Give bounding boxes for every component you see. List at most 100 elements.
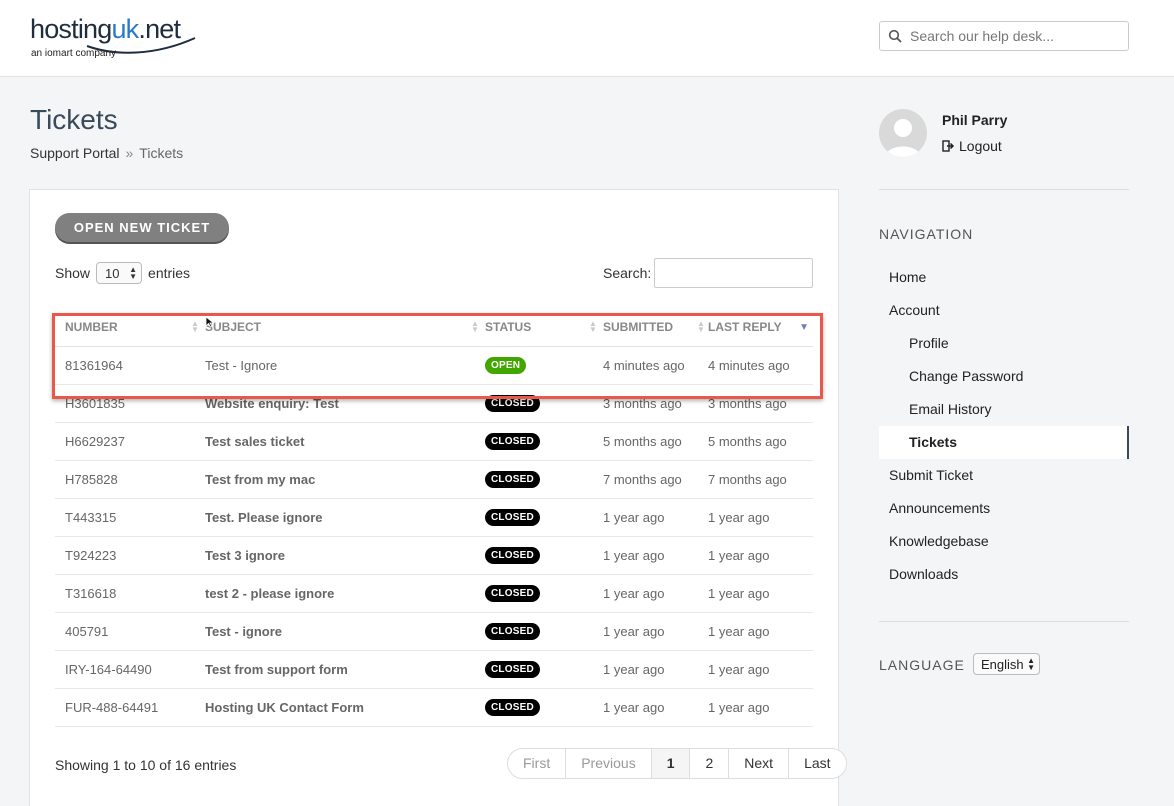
ticket-last-reply: 1 year ago xyxy=(708,498,813,537)
pagination: First Previous 1 2 Next Last xyxy=(507,748,847,779)
ticket-subject[interactable]: Test from support form xyxy=(205,650,485,689)
pagination-page-2[interactable]: 2 xyxy=(690,749,730,778)
table-header-row: NUMBER ▲ ▼ SUBJECT ▲ ▼ STATUS ▲ ▼ SUBMITTED ▲ ▼ … xyxy=(55,308,813,347)
language-heading: LANGUAGE xyxy=(879,657,965,673)
ticket-subject[interactable]: Test sales ticket xyxy=(205,422,485,461)
ticket-status: CLOSED xyxy=(485,422,603,461)
ticket-subject[interactable]: test 2 - please ignore xyxy=(205,574,485,613)
ticket-submitted: 3 months ago xyxy=(603,384,708,423)
status-badge: CLOSED xyxy=(485,395,540,412)
logout-label: Logout xyxy=(959,138,1002,154)
sidebar-item-email-history[interactable]: Email History xyxy=(879,393,1129,426)
ticket-status: CLOSED xyxy=(485,384,603,423)
status-badge: CLOSED xyxy=(485,623,540,640)
ticket-subject[interactable]: Test from my mac xyxy=(205,460,485,499)
table-row[interactable]: IRY-164-64490 Test from support form CLO… xyxy=(55,650,813,689)
ticket-number[interactable]: H785828 xyxy=(55,460,205,499)
select-arrows-icon: ▲ ▼ xyxy=(129,265,138,281)
open-new-ticket-button[interactable]: OPEN NEW TICKET xyxy=(55,213,229,242)
mouse-cursor-icon xyxy=(205,316,215,328)
sort-icon: ▲ ▼ xyxy=(589,319,597,334)
breadcrumb-support-portal[interactable]: Support Portal xyxy=(30,145,120,161)
ticket-subject[interactable]: Test - Ignore xyxy=(205,346,485,385)
page-size-value: 10 xyxy=(105,265,120,281)
table-row[interactable]: T443315 Test. Please ignore CLOSED 1 yea… xyxy=(55,498,813,537)
breadcrumb-separator: » xyxy=(125,145,134,161)
select-arrows-icon: ▲ ▼ xyxy=(1027,656,1035,672)
column-header-number[interactable]: NUMBER ▲ ▼ xyxy=(55,308,205,347)
table-row[interactable]: 405791 Test - ignore CLOSED 1 year ago 1… xyxy=(55,612,813,651)
table-info-text: Showing 1 to 10 of 16 entries xyxy=(55,757,237,773)
sidebar-item-change-password[interactable]: Change Password xyxy=(879,360,1129,393)
avatar xyxy=(879,109,927,157)
user-silhouette-icon xyxy=(885,119,921,157)
helpdesk-search-input[interactable] xyxy=(910,28,1120,44)
hostinguk-logo[interactable]: hostinguk.net an iomart company xyxy=(30,12,200,62)
column-header-last-reply[interactable]: LAST REPLY ▼ xyxy=(708,308,813,347)
ticket-submitted: 7 months ago xyxy=(603,460,708,499)
ticket-last-reply: 4 minutes ago xyxy=(708,346,813,385)
status-badge: CLOSED xyxy=(485,547,540,564)
column-header-status[interactable]: STATUS ▲ ▼ xyxy=(485,308,603,347)
ticket-last-reply: 1 year ago xyxy=(708,612,813,651)
logo-tagline: an iomart company xyxy=(31,48,117,59)
ticket-status: CLOSED xyxy=(485,460,603,499)
pagination-next[interactable]: Next xyxy=(729,749,790,778)
sidebar-item-knowledgebase[interactable]: Knowledgebase xyxy=(879,525,1129,558)
status-badge: CLOSED xyxy=(485,661,540,678)
ticket-number[interactable]: 81361964 xyxy=(55,346,205,385)
table-row[interactable]: T316618 test 2 - please ignore CLOSED 1 … xyxy=(55,574,813,613)
table-row[interactable]: H6629237 Test sales ticket CLOSED 5 mont… xyxy=(55,422,813,461)
logout-link[interactable]: Logout xyxy=(942,138,1002,154)
ticket-subject[interactable]: Website enquiry: Test xyxy=(205,384,485,423)
ticket-subject[interactable]: Hosting UK Contact Form xyxy=(205,688,485,727)
table-search-input[interactable] xyxy=(654,258,813,288)
column-header-submitted[interactable]: SUBMITTED ▲ ▼ xyxy=(603,308,708,347)
ticket-number[interactable]: T316618 xyxy=(55,574,205,613)
ticket-number[interactable]: 405791 xyxy=(55,612,205,651)
pagination-previous[interactable]: Previous xyxy=(566,749,652,778)
sidebar-item-account[interactable]: Account xyxy=(879,294,1129,327)
sidebar-item-tickets[interactable]: Tickets xyxy=(879,426,1129,459)
ticket-number[interactable]: T924223 xyxy=(55,536,205,575)
pagination-last[interactable]: Last xyxy=(789,749,845,778)
ticket-last-reply: 5 months ago xyxy=(708,422,813,461)
helpdesk-search[interactable] xyxy=(879,21,1129,51)
navigation-heading: NAVIGATION xyxy=(879,226,974,242)
ticket-number[interactable]: H6629237 xyxy=(55,422,205,461)
ticket-number[interactable]: T443315 xyxy=(55,498,205,537)
table-row[interactable]: H3601835 Website enquiry: Test CLOSED 3 … xyxy=(55,384,813,423)
ticket-submitted: 1 year ago xyxy=(603,688,708,727)
ticket-number[interactable]: H3601835 xyxy=(55,384,205,423)
ticket-subject[interactable]: Test 3 ignore xyxy=(205,536,485,575)
table-row[interactable]: 81361964 Test - Ignore OPEN 4 minutes ag… xyxy=(55,346,813,385)
language-select[interactable]: English ▲ ▼ xyxy=(973,653,1040,675)
sidebar-item-home[interactable]: Home xyxy=(879,261,1129,294)
status-badge: CLOSED xyxy=(485,509,540,526)
ticket-subject[interactable]: Test - ignore xyxy=(205,612,485,651)
table-row[interactable]: T924223 Test 3 ignore CLOSED 1 year ago … xyxy=(55,536,813,575)
table-row[interactable]: H785828 Test from my mac CLOSED 7 months… xyxy=(55,460,813,499)
ticket-status: CLOSED xyxy=(485,688,603,727)
status-badge: CLOSED xyxy=(485,585,540,602)
sort-icon: ▲ ▼ xyxy=(191,319,199,334)
ticket-number[interactable]: IRY-164-64490 xyxy=(55,650,205,689)
sort-descending-icon: ▼ xyxy=(799,322,809,333)
pagination-first[interactable]: First xyxy=(508,749,567,778)
ticket-subject[interactable]: Test. Please ignore xyxy=(205,498,485,537)
ticket-status: CLOSED xyxy=(485,574,603,613)
page-size-select[interactable]: 10 ▲ ▼ xyxy=(96,262,143,284)
sidebar-item-profile[interactable]: Profile xyxy=(879,327,1129,360)
sidebar-item-downloads[interactable]: Downloads xyxy=(879,558,1129,591)
sidebar-item-announcements[interactable]: Announcements xyxy=(879,492,1129,525)
column-header-subject[interactable]: SUBJECT ▲ ▼ xyxy=(205,308,485,347)
table-search-label: Search: xyxy=(603,265,652,281)
sidebar-divider xyxy=(879,189,1129,190)
sidebar-navigation: Home Account Profile Change Password Ema… xyxy=(879,261,1129,591)
pagination-page-1[interactable]: 1 xyxy=(651,749,691,778)
top-header: hostinguk.net an iomart company xyxy=(0,0,1174,77)
ticket-number[interactable]: FUR-488-64491 xyxy=(55,688,205,727)
sidebar-item-submit-ticket[interactable]: Submit Ticket xyxy=(879,459,1129,492)
table-row[interactable]: FUR-488-64491 Hosting UK Contact Form CL… xyxy=(55,688,813,727)
status-badge: CLOSED xyxy=(485,433,540,450)
